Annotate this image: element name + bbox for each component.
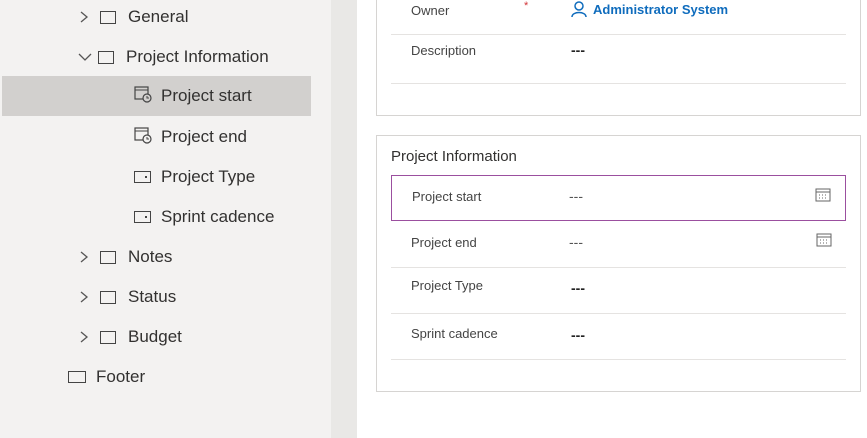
tree-item-general[interactable]: General [78, 0, 188, 37]
required-mark: * [524, 0, 529, 12]
chevron-right-icon[interactable] [78, 331, 90, 343]
calendar-icon[interactable] [816, 232, 832, 247]
tree-item-project-type[interactable]: Project Type [134, 157, 255, 197]
field-label: Project end [411, 235, 477, 250]
calendar-icon[interactable] [815, 187, 831, 202]
field-value[interactable]: --- [571, 327, 585, 343]
person-icon [571, 1, 587, 17]
tree-item-label: General [128, 7, 189, 26]
chevron-down-icon[interactable] [78, 51, 92, 63]
section-icon [100, 290, 116, 304]
field-label: Sprint cadence [411, 326, 498, 341]
description-row[interactable]: Description --- [391, 35, 846, 84]
owner-label: Owner [411, 3, 450, 18]
description-value[interactable]: --- [571, 42, 585, 58]
project-information-section: Project Information Project start --- Pr… [376, 135, 861, 392]
section-icon [98, 50, 114, 64]
tree-item-project-information[interactable]: Project Information [78, 37, 269, 77]
calendar-clock-icon [134, 85, 152, 108]
tree-item-project-start[interactable]: Project start [2, 76, 311, 116]
tree-item-label: Footer [96, 367, 146, 386]
project-end-field[interactable]: Project end --- [391, 221, 846, 268]
chevron-right-icon[interactable] [78, 291, 90, 303]
field-icon [134, 171, 151, 183]
tree-item-label: Project start [161, 86, 252, 105]
project-start-field[interactable]: Project start --- [391, 175, 846, 221]
calendar-clock-icon [134, 126, 152, 149]
owner-row[interactable]: Owner * Administrator System [391, 0, 846, 35]
form-tree-pane: General Project Information Project star… [0, 0, 331, 438]
section-icon [100, 330, 116, 344]
tree-item-sprint-cadence[interactable]: Sprint cadence [134, 197, 274, 237]
field-label: Project start [412, 189, 482, 204]
field-label: Project Type [411, 278, 484, 293]
tree-item-status[interactable]: Status [78, 277, 176, 317]
tree-item-label: Notes [128, 247, 173, 266]
general-section: Owner * Administrator System Description… [376, 0, 861, 116]
project-type-field[interactable]: Project Type --- [391, 268, 846, 314]
section-icon [100, 10, 116, 24]
section-title: Project Information [391, 148, 517, 165]
tree-item-label: Project Type [161, 167, 256, 186]
chevron-right-icon[interactable] [78, 11, 90, 23]
sprint-cadence-field[interactable]: Sprint cadence --- [391, 314, 846, 360]
tree-item-label: Project Information [126, 47, 269, 66]
owner-value[interactable]: Administrator System [593, 2, 728, 17]
tree-item-label: Budget [128, 327, 182, 346]
chevron-right-icon[interactable] [78, 251, 90, 263]
footer-icon [68, 371, 86, 383]
tree-item-notes[interactable]: Notes [78, 237, 172, 277]
field-value[interactable]: --- [569, 234, 583, 250]
tree-item-footer[interactable]: Footer [68, 357, 145, 397]
tree-item-project-end[interactable]: Project end [134, 117, 247, 157]
field-icon [134, 211, 151, 223]
tree-item-label: Status [128, 287, 177, 306]
field-value[interactable]: --- [571, 280, 585, 296]
splitter [331, 0, 357, 438]
field-value[interactable]: --- [569, 188, 583, 204]
section-icon [100, 250, 116, 264]
owner-lookup[interactable]: Administrator System [571, 1, 728, 17]
description-label: Description [411, 43, 477, 58]
tree-item-label: Sprint cadence [161, 207, 275, 226]
tree-item-label: Project end [161, 127, 247, 146]
tree-item-budget[interactable]: Budget [78, 317, 182, 357]
